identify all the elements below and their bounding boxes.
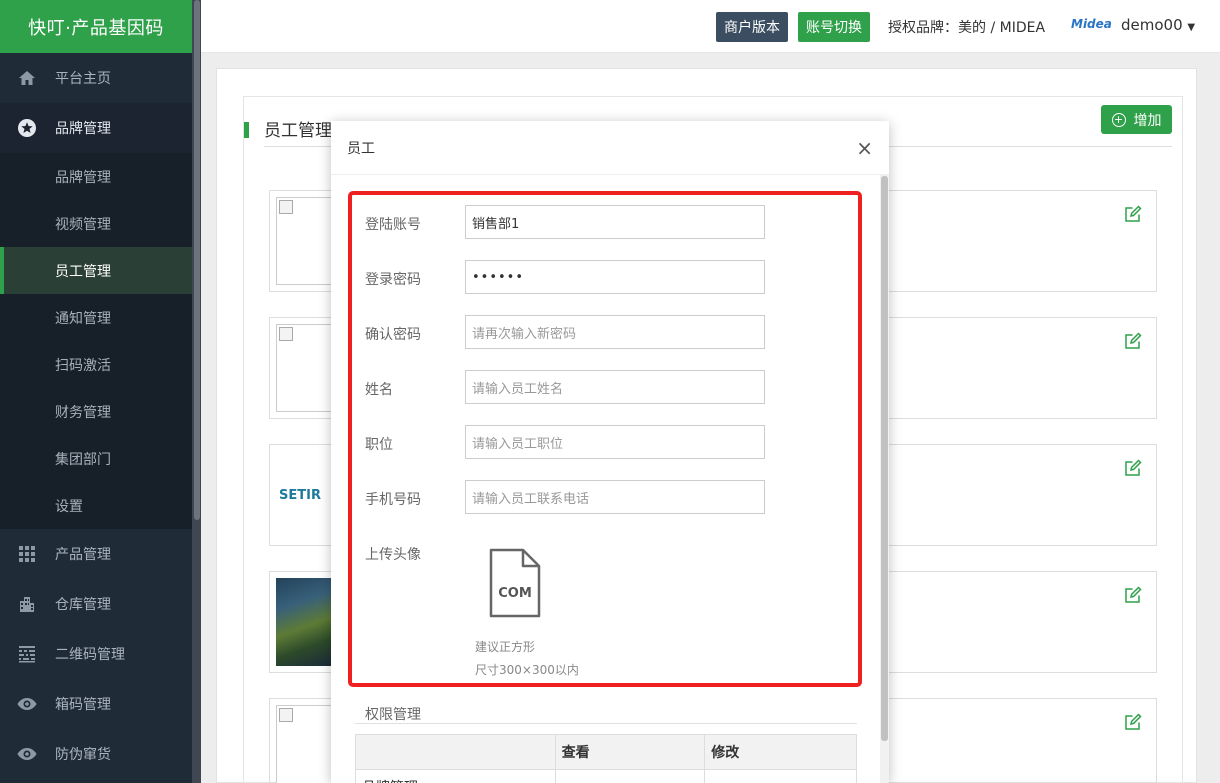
building-icon [16, 593, 38, 615]
caret-down-icon: ▼ [1187, 22, 1196, 33]
confirm-password-input[interactable]: 请再次输入新密码 [465, 315, 765, 349]
close-icon[interactable]: × [856, 138, 873, 158]
table-header-view: 查看 [554, 734, 706, 770]
view-checkbox[interactable] [554, 769, 706, 783]
edit-icon[interactable] [1124, 459, 1142, 477]
qrcode-icon [16, 643, 38, 665]
modal-scrollbar-thumb[interactable] [881, 176, 888, 741]
broken-image-icon [276, 324, 332, 412]
brand-logo-setir: SETIR [276, 451, 332, 539]
edit-icon[interactable] [1124, 713, 1142, 731]
top-bar: 商户版本 账号切换 授权品牌：美的 / MIDEA Midea demo00 ▼ [201, 0, 1220, 53]
edit-checkbox[interactable] [704, 769, 857, 783]
sidebar-item-products[interactable]: 产品管理 [0, 529, 192, 579]
sidebar-subitem-video[interactable]: 视频管理 [0, 200, 192, 247]
table-header-edit: 修改 [704, 734, 857, 770]
staff-photo [276, 578, 332, 666]
broken-image-icon [276, 197, 332, 285]
eye-icon [16, 693, 38, 715]
account-input[interactable]: 销售部1 [465, 205, 765, 239]
sidebar-item-anti-fake[interactable]: 防伪窜货 [0, 729, 192, 779]
table-row: 品牌管理 [355, 769, 857, 783]
user-menu[interactable]: demo00 ▼ [1121, 16, 1195, 34]
permissions-divider [355, 723, 857, 724]
permissions-title: 权限管理 [365, 707, 421, 723]
name-label: 姓名 [365, 382, 393, 398]
home-icon [16, 67, 38, 89]
password-label: 登录密码 [365, 272, 421, 288]
position-input[interactable]: 请输入员工职位 [465, 425, 765, 459]
table-header-module [355, 734, 556, 770]
edit-icon[interactable] [1124, 332, 1142, 350]
file-upload-icon[interactable] [489, 548, 541, 618]
page-title: 员工管理 [264, 121, 332, 141]
edit-icon[interactable] [1124, 586, 1142, 604]
sidebar-item-label: 品牌管理 [55, 121, 111, 137]
merchant-version-button[interactable]: 商户版本 [716, 12, 788, 42]
grid-icon [16, 543, 38, 565]
broken-image-icon [276, 705, 332, 783]
avatar-label: 上传头像 [365, 547, 421, 563]
account-label: 登陆账号 [365, 217, 421, 233]
sidebar-subitem-settings[interactable]: 设置 [0, 482, 192, 529]
brand-title: 快叮·产品基因码 [0, 0, 192, 53]
authorized-brand-text: 授权品牌：美的 / MIDEA [888, 20, 1046, 36]
sidebar-subitem-brand-manage[interactable]: 品牌管理 [0, 153, 192, 200]
position-label: 职位 [365, 437, 393, 453]
sidebar-item-brand[interactable]: 品牌管理 [0, 103, 192, 153]
avatar-hint-shape: 建议正方形 [475, 640, 536, 654]
sidebar-item-label: 箱码管理 [55, 697, 111, 713]
username: demo00 [1121, 16, 1183, 34]
sidebar-item-label: 仓库管理 [55, 597, 111, 613]
sidebar-item-label: 平台主页 [55, 71, 111, 87]
file-extension-label: COM [498, 586, 532, 601]
account-switch-button[interactable]: 账号切换 [798, 12, 870, 42]
sidebar-item-home[interactable]: 平台主页 [0, 53, 192, 103]
sidebar-item-boxcode[interactable]: 箱码管理 [0, 679, 192, 729]
sidebar-item-label: 二维码管理 [55, 647, 125, 663]
avatar-hint-size: 尺寸300×300以内 [475, 663, 579, 677]
sidebar-item-label: 产品管理 [55, 547, 111, 563]
permission-module-name: 品牌管理 [355, 769, 556, 783]
sidebar-item-label: 防伪窜货 [55, 747, 111, 763]
modal-title: 员工 [347, 140, 375, 157]
add-button[interactable]: + 增加 [1101, 105, 1172, 134]
sidebar-submenu: 品牌管理 视频管理 员工管理 通知管理 扫码激活 财务管理 集团部门 设置 [0, 153, 192, 529]
sidebar-scrollbar-thumb[interactable] [194, 0, 200, 520]
table-header-row: 查看 修改 [355, 734, 857, 770]
phone-input[interactable]: 请输入员工联系电话 [465, 480, 765, 514]
password-input[interactable]: •••••• [465, 260, 765, 294]
sidebar-subitem-finance[interactable]: 财务管理 [0, 388, 192, 435]
star-icon [16, 117, 38, 139]
confirm-password-label: 确认密码 [365, 327, 421, 343]
sidebar-subitem-group-dept[interactable]: 集团部门 [0, 435, 192, 482]
plus-circle-icon: + [1111, 112, 1126, 127]
sidebar-subitem-scan-activate[interactable]: 扫码激活 [0, 341, 192, 388]
name-input[interactable]: 请输入员工姓名 [465, 370, 765, 404]
sidebar-subitem-staff[interactable]: 员工管理 [0, 247, 192, 294]
sidebar-subitem-notice[interactable]: 通知管理 [0, 294, 192, 341]
permissions-table: 查看 修改 品牌管理 [355, 734, 857, 783]
phone-label: 手机号码 [365, 492, 421, 508]
edit-icon[interactable] [1124, 205, 1142, 223]
title-accent-bar [244, 122, 249, 138]
eye-icon [16, 743, 38, 765]
sidebar-item-warehouse[interactable]: 仓库管理 [0, 579, 192, 629]
sidebar-item-qrcode[interactable]: 二维码管理 [0, 629, 192, 679]
modal-header: 员工 × [331, 121, 889, 175]
sidebar: 快叮·产品基因码 平台主页 品牌管理 品牌管理 视频管理 员工管理 通知管理 扫… [0, 0, 192, 783]
brand-logo: Midea [1071, 17, 1112, 31]
add-button-label: 增加 [1133, 112, 1162, 129]
